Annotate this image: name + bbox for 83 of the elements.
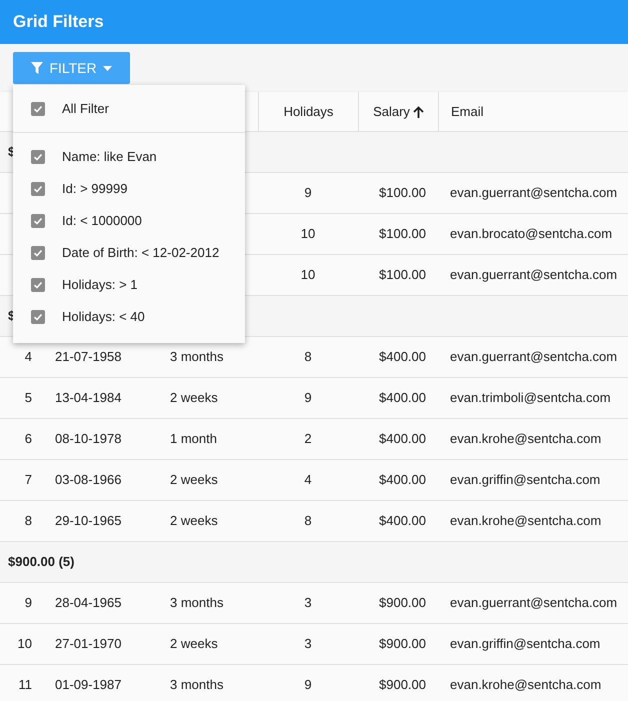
email-cell-text: evan.krohe@sentcha.com xyxy=(450,512,602,530)
email-cell-text: evan.krohe@sentcha.com xyxy=(450,676,602,694)
date-cell-text: 29-10-1965 xyxy=(55,512,122,530)
checkbox[interactable] xyxy=(31,246,45,260)
salary-cell-text: $100.00 xyxy=(379,225,426,244)
checkbox[interactable] xyxy=(31,278,45,292)
table-cell-text: 2 weeks xyxy=(170,471,218,490)
id-cell-text: 5 xyxy=(24,389,32,408)
column-header[interactable]: Email xyxy=(451,102,484,122)
salary-cell-text: $400.00 xyxy=(379,471,426,490)
id-cell-text: 9 xyxy=(24,594,32,612)
holidays-cell-text: 10 xyxy=(300,225,316,244)
all-filter-item[interactable]: All Filter xyxy=(13,85,245,133)
column-header[interactable]: Salary xyxy=(373,102,410,122)
id-cell-text: 10 xyxy=(18,635,32,654)
holidays-cell-text: 8 xyxy=(304,512,312,530)
table-cell-text: 3 months xyxy=(170,676,224,694)
holidays-cell-text: 2 xyxy=(304,430,312,448)
id-cell-text: 6 xyxy=(24,430,32,448)
holidays-cell-text: 9 xyxy=(304,184,312,202)
check-icon xyxy=(33,184,43,194)
email-cell-text: evan.guerrant@sentcha.com xyxy=(450,594,618,612)
table-cell-text: 3 months xyxy=(170,594,224,612)
email-cell-text: evan.griffin@sentcha.com xyxy=(450,635,600,654)
salary-cell-text: $100.00 xyxy=(379,184,426,202)
date-cell-text: 21-07-1958 xyxy=(55,348,122,366)
date-cell-text: 28-04-1965 xyxy=(55,594,122,612)
checkbox[interactable] xyxy=(31,150,45,164)
holidays-cell-text: 4 xyxy=(304,471,312,490)
date-cell-text: 13-04-1984 xyxy=(55,389,122,408)
salary-cell-text: $100.00 xyxy=(379,266,426,284)
salary-cell-text: $900.00 xyxy=(379,635,426,654)
id-cell-text: 8 xyxy=(24,512,32,530)
table-cell-text: 1 month xyxy=(170,430,217,448)
salary-cell-text: $900.00 xyxy=(379,594,426,612)
menu-item[interactable]: Id: > 99999 xyxy=(13,173,245,205)
id-cell-text: 4 xyxy=(24,348,32,366)
salary-cell-text: $400.00 xyxy=(379,348,426,366)
table-cell-text: 2 weeks xyxy=(170,512,218,530)
salary-cell-text: $400.00 xyxy=(379,512,426,530)
check-icon xyxy=(33,280,43,290)
group-label[interactable]: $900.00 (5) xyxy=(8,552,74,572)
check-icon xyxy=(33,104,43,114)
holidays-cell-text: 3 xyxy=(304,594,312,612)
id-cell-text: 11 xyxy=(18,676,32,694)
email-cell-text: evan.griffin@sentcha.com xyxy=(450,471,600,490)
holidays-cell-text: 9 xyxy=(304,389,312,408)
salary-cell-text: $400.00 xyxy=(379,389,426,408)
caret-icon xyxy=(102,66,112,70)
window-title: Grid Filters xyxy=(13,11,104,34)
date-cell-text: 03-08-1966 xyxy=(55,471,122,490)
date-cell-text: 27-01-1970 xyxy=(55,635,122,654)
check-icon xyxy=(33,312,43,322)
email-cell-text: evan.guerrant@sentcha.com xyxy=(450,348,618,366)
check-icon xyxy=(33,152,43,162)
table-cell-text: 2 weeks xyxy=(170,389,218,408)
check-icon xyxy=(33,248,43,258)
email-cell-text: evan.brocato@sentcha.com xyxy=(450,225,612,244)
checkbox[interactable] xyxy=(31,310,45,324)
checkbox[interactable] xyxy=(31,182,45,196)
check-icon xyxy=(33,216,43,226)
holidays-cell-text: 3 xyxy=(304,635,312,654)
checkbox[interactable] xyxy=(31,102,45,116)
menu-item[interactable]: Name: like Evan xyxy=(13,141,245,173)
date-cell-text: 08-10-1978 xyxy=(55,430,122,448)
email-cell-text: evan.guerrant@sentcha.com xyxy=(450,266,618,284)
date-cell-text: 01-09-1987 xyxy=(55,676,122,694)
salary-cell-text: $900.00 xyxy=(379,676,426,694)
id-cell-text: 7 xyxy=(24,471,32,490)
email-cell-text: evan.krohe@sentcha.com xyxy=(450,430,602,448)
holidays-cell-text: 8 xyxy=(304,348,312,366)
holidays-cell-text: 10 xyxy=(300,266,316,284)
checkbox[interactable] xyxy=(31,214,45,228)
table-cell-text: 2 weeks xyxy=(170,635,218,654)
email-cell-text: evan.guerrant@sentcha.com xyxy=(450,184,618,202)
holidays-cell-text: 9 xyxy=(304,676,312,694)
sort-up-icon xyxy=(412,106,424,118)
column-header[interactable]: Holidays xyxy=(284,102,334,122)
email-cell-text: evan.trimboli@sentcha.com xyxy=(450,389,611,408)
table-cell-text: 3 months xyxy=(170,348,224,366)
funnel-icon xyxy=(31,62,44,74)
menu-item[interactable]: Holidays: < 40 xyxy=(13,301,245,333)
salary-cell-text: $400.00 xyxy=(379,430,426,448)
